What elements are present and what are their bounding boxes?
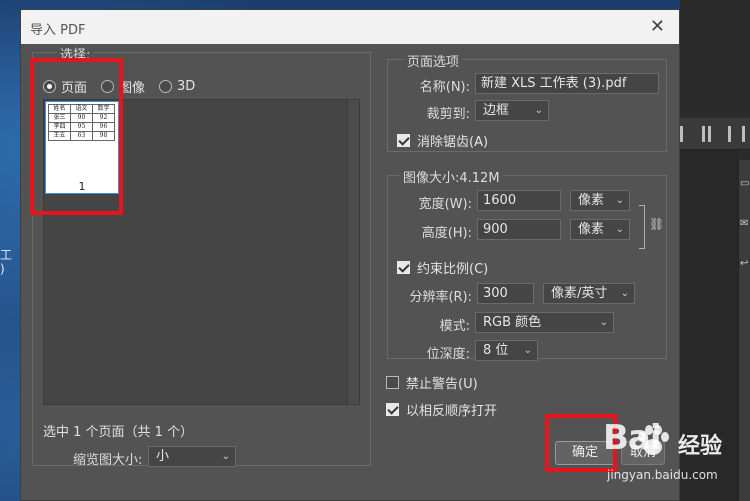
image-size-group: 图像大小:4.12M 宽度(W): 1600 像素 ⌄ 高度(H): 900 像… [387,167,667,362]
align-icon[interactable] [742,126,745,142]
panel-icon[interactable]: ▭ [740,178,749,189]
crop-value: 边框 [483,103,510,118]
selection-info: 选中 1 个页面（共 1 个） [43,425,194,440]
dialog-title: 导入 PDF [30,23,86,38]
height-unit-select[interactable]: 像素 ⌄ [570,219,630,240]
constrain-box[interactable] [397,261,410,274]
panel-icon[interactable]: ↩ [740,258,748,269]
crop-label: 裁剪到: [426,107,470,122]
width-input[interactable]: 1600 [477,190,561,211]
align-icon[interactable] [708,126,711,142]
suppress-warnings-label: 禁止警告(U) [406,377,478,392]
dialog-titlebar: 导入 PDF ✕ [21,10,679,44]
thumb-size-select[interactable]: 小 ⌄ [148,446,236,467]
bit-depth-label: 位深度: [426,347,470,362]
options-bar [680,118,750,150]
thumb-size-value: 小 [156,449,170,464]
mode-label: 模式: [439,319,470,334]
chevron-down-icon: ⌄ [599,317,608,328]
chevron-down-icon: ⌄ [620,288,629,299]
chevron-down-icon: ⌄ [534,105,543,116]
chevron-down-icon: ⌄ [615,224,624,235]
resolution-unit-select[interactable]: 像素/英寸 ⌄ [543,283,635,304]
height-unit-value: 像素 [578,222,605,237]
radio-3d-dot[interactable] [159,80,173,93]
page-options-group: 页面选项 名称(N): 新建 XLS 工作表 (3).pdf 裁剪到: 边框 ⌄… [387,51,667,152]
chevron-down-icon: ⌄ [523,345,532,356]
resolution-input[interactable]: 300 [477,283,534,304]
radio-3d-label: 3D [177,79,196,94]
mode-select[interactable]: RGB 颜色 ⌄ [475,312,614,333]
constrain-label: 约束比例(C) [417,262,489,277]
name-label: 名称(N): [419,80,470,95]
suppress-warnings-box[interactable] [386,376,399,389]
watermark-url: jingyan.baidu.com [607,468,718,482]
reverse-order-label: 以相反顺序打开 [406,404,498,419]
panel-icon[interactable]: ✉ [740,218,748,229]
resolution-label: 分辨率(R): [409,290,472,305]
image-size-legend: 图像大小:4.12M [400,167,503,186]
thumbnail-scrollbar[interactable] [347,100,359,404]
constrain-checkbox[interactable]: 约束比例(C) [397,258,488,277]
align-icon[interactable] [702,126,705,142]
paw-icon [638,425,669,455]
chevron-down-icon: ⌄ [221,451,230,462]
crop-select[interactable]: 边框 ⌄ [475,100,549,121]
close-icon[interactable]: ✕ [650,16,665,37]
desktop-label: ) [0,262,5,276]
width-label: 宽度(W): [418,197,472,212]
anti-alias-box[interactable] [397,134,410,147]
radio-3d[interactable]: 3D [159,77,195,96]
link-icon: ⛓ [649,217,665,231]
thumb-size-label: 缩览图大小: [73,453,143,468]
bit-depth-value: 8 位 [483,343,509,358]
mode-value: RGB 颜色 [483,315,542,330]
anti-alias-label: 消除锯齿(A) [417,135,489,150]
suppress-warnings-checkbox[interactable]: 禁止警告(U) [386,373,478,392]
height-label: 高度(H): [421,226,472,241]
name-input[interactable]: 新建 XLS 工作表 (3).pdf [475,73,659,94]
baidu-watermark: Bai 经验 jingyan.baidu.com [603,418,749,498]
align-icon[interactable] [680,126,683,142]
watermark-brand: 经验 [678,434,723,459]
reverse-order-checkbox[interactable]: 以相反顺序打开 [386,400,497,419]
desktop-label: 工 [0,248,13,262]
chevron-down-icon: ⌄ [615,195,624,206]
bit-depth-select[interactable]: 8 位 ⌄ [475,340,538,361]
anti-alias-checkbox[interactable]: 消除锯齿(A) [397,131,488,150]
height-input[interactable]: 900 [477,219,561,240]
annotation-highlight-page [30,58,123,215]
constrain-link-bracket [639,205,645,249]
reverse-order-box[interactable] [386,403,399,416]
page-options-legend: 页面选项 [404,51,463,70]
width-unit-select[interactable]: 像素 ⌄ [570,190,630,211]
width-unit-value: 像素 [578,193,605,208]
align-icon[interactable] [728,126,731,142]
resolution-unit-value: 像素/英寸 [551,286,608,301]
